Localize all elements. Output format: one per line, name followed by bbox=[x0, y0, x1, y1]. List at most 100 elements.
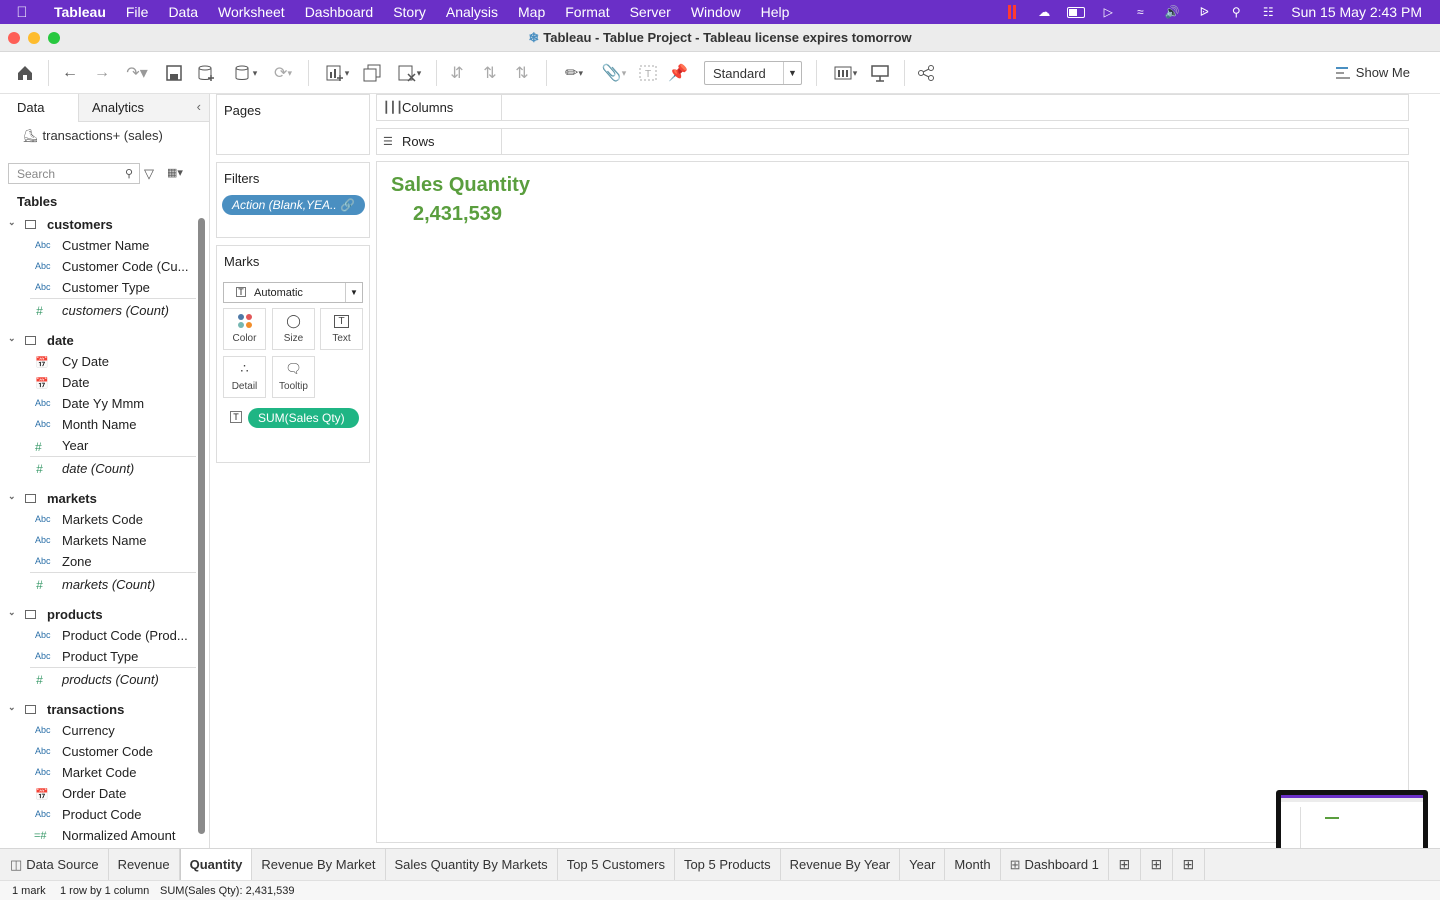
fix-axes-icon[interactable]: 📌 bbox=[668, 62, 688, 84]
sort-descending-icon[interactable]: ⇅ bbox=[512, 62, 532, 84]
measure-pill[interactable]: SUM(Sales Qty) bbox=[248, 408, 359, 428]
refresh-icon[interactable]: ⟳ ▾ bbox=[266, 62, 300, 84]
chevron-down-icon[interactable]: ⌄ bbox=[8, 491, 16, 502]
swap-rows-columns-icon[interactable]: ⇵ bbox=[447, 62, 467, 84]
table-products[interactable]: ⌄ products bbox=[0, 604, 196, 625]
count-field-item[interactable]: # products (Count) bbox=[30, 667, 196, 690]
redo-icon[interactable]: → bbox=[92, 62, 112, 84]
undo-icon[interactable]: ← bbox=[60, 62, 80, 84]
tab-top-5-customers[interactable]: Top 5 Customers bbox=[558, 849, 675, 880]
filters-card[interactable]: Filters Action (Blank,YEA.. 🔗 bbox=[216, 162, 370, 238]
new-datasource-icon[interactable] bbox=[196, 62, 216, 84]
tab-data-source[interactable]: ◫ Data Source bbox=[0, 849, 109, 880]
tab-dashboard-1[interactable]: ⊞ Dashboard 1 bbox=[1001, 849, 1109, 880]
replay-icon[interactable]: ↷▾ bbox=[122, 62, 152, 84]
rows-shelf[interactable]: ☰ Rows bbox=[376, 128, 1409, 155]
presentation-mode-icon[interactable] bbox=[870, 62, 890, 84]
field-item[interactable]: =# Normalized Amount bbox=[0, 825, 196, 846]
text-button[interactable]: T Text bbox=[320, 308, 363, 350]
field-item[interactable]: 📅 Order Date bbox=[0, 783, 196, 804]
bluetooth-icon[interactable]: ᐉ bbox=[1195, 5, 1213, 19]
zoom-window-button[interactable] bbox=[48, 32, 60, 44]
show-me-button[interactable]: Show Me bbox=[1335, 65, 1410, 80]
apple-icon[interactable]:  bbox=[0, 4, 44, 21]
field-item[interactable]: 📅 Date bbox=[0, 372, 196, 393]
new-worksheet-tab-icon[interactable]: ⊞ bbox=[1109, 849, 1141, 880]
size-button[interactable]: ◯ Size bbox=[272, 308, 315, 350]
menu-format[interactable]: Format bbox=[555, 4, 619, 20]
wifi-icon[interactable]: ≈ bbox=[1131, 5, 1149, 19]
tab-year[interactable]: Year bbox=[900, 849, 946, 880]
color-button[interactable]: Color bbox=[223, 308, 266, 350]
menu-app-name[interactable]: Tableau bbox=[44, 4, 116, 20]
tab-sales-quantity-by-markets[interactable]: Sales Quantity By Markets bbox=[386, 849, 558, 880]
chevron-down-icon[interactable]: ⌄ bbox=[8, 702, 16, 713]
field-item[interactable]: Abc Product Type bbox=[0, 646, 196, 667]
table-customers[interactable]: ⌄ customers bbox=[0, 214, 196, 235]
field-item[interactable]: Abc Product Code bbox=[0, 804, 196, 825]
collapse-pane-icon[interactable]: ‹ bbox=[197, 99, 201, 114]
clear-sheet-icon[interactable]: ▾ bbox=[392, 62, 426, 84]
view-value[interactable]: 2,431,539 bbox=[413, 203, 502, 226]
share-icon[interactable] bbox=[916, 62, 936, 84]
filter-pill[interactable]: Action (Blank,YEA.. 🔗 bbox=[222, 195, 365, 215]
detail-button[interactable]: ∴ Detail bbox=[223, 356, 266, 398]
fit-mode-select[interactable]: Standard ▼ bbox=[704, 61, 802, 85]
field-item[interactable]: Abc Custmer Name bbox=[0, 235, 196, 256]
pages-card[interactable]: Pages bbox=[216, 94, 370, 155]
table-markets[interactable]: ⌄ markets bbox=[0, 488, 196, 509]
count-field-item[interactable]: # customers (Count) bbox=[30, 298, 196, 321]
field-item[interactable]: Abc Customer Code (Cu... bbox=[0, 256, 196, 277]
duplicate-sheet-icon[interactable] bbox=[362, 62, 382, 84]
control-center-icon[interactable]: ☷ bbox=[1259, 5, 1277, 19]
clock[interactable]: Sun 15 May 2:43 PM bbox=[1291, 4, 1422, 20]
highlight-icon[interactable]: ✏ ▾ bbox=[558, 62, 590, 84]
field-item[interactable]: Abc Product Code (Prod... bbox=[0, 625, 196, 646]
play-icon[interactable]: ▷ bbox=[1099, 5, 1117, 19]
sort-ascending-icon[interactable]: ⇅ bbox=[480, 62, 500, 84]
menu-dashboard[interactable]: Dashboard bbox=[295, 4, 384, 20]
show-cards-icon[interactable]: ▾ bbox=[828, 62, 862, 84]
field-item[interactable]: Abc Zone bbox=[0, 551, 196, 572]
chevron-down-icon[interactable]: ⌄ bbox=[8, 217, 16, 228]
table-transactions[interactable]: ⌄ transactions bbox=[0, 699, 196, 720]
menu-story[interactable]: Story bbox=[383, 4, 436, 20]
filter-fields-icon[interactable]: ▽ bbox=[144, 166, 154, 182]
new-dashboard-tab-icon[interactable]: ⊞ bbox=[1141, 849, 1173, 880]
field-item[interactable]: Abc Currency bbox=[0, 720, 196, 741]
table-date[interactable]: ⌄ date bbox=[0, 330, 196, 351]
tab-analytics[interactable]: Analytics ‹ bbox=[78, 94, 209, 122]
battery-icon[interactable] bbox=[1067, 5, 1086, 19]
group-members-icon[interactable]: 📎 ▾ bbox=[598, 62, 630, 84]
mark-type-select[interactable]: T Automatic ▼ bbox=[223, 282, 363, 303]
menu-map[interactable]: Map bbox=[508, 4, 555, 20]
scrollbar[interactable] bbox=[198, 218, 205, 834]
tab-data[interactable]: Data bbox=[0, 94, 78, 122]
menu-analysis[interactable]: Analysis bbox=[436, 4, 508, 20]
field-item[interactable]: Abc Market Code bbox=[0, 762, 196, 783]
field-item[interactable]: Abc Customer Type bbox=[0, 277, 196, 298]
tab-top-5-products[interactable]: Top 5 Products bbox=[675, 849, 781, 880]
chevron-down-icon[interactable]: ⌄ bbox=[8, 607, 16, 618]
spotlight-search-icon[interactable]: ⚲ bbox=[1227, 5, 1245, 19]
new-worksheet-icon[interactable]: ▾ bbox=[320, 62, 354, 84]
tab-quantity[interactable]: Quantity bbox=[179, 849, 253, 880]
menu-worksheet[interactable]: Worksheet bbox=[208, 4, 295, 20]
field-item[interactable]: Abc Month Name bbox=[0, 414, 196, 435]
menu-file[interactable]: File bbox=[116, 4, 159, 20]
save-icon[interactable] bbox=[164, 62, 184, 84]
view-canvas[interactable]: Sales Quantity 2,431,539 bbox=[376, 161, 1409, 843]
field-item[interactable]: 📅 Cy Date bbox=[0, 351, 196, 372]
columns-shelf[interactable]: ┃┃┃ Columns bbox=[376, 94, 1409, 121]
home-icon[interactable] bbox=[14, 62, 36, 84]
volume-icon[interactable]: 🔊 bbox=[1163, 5, 1181, 19]
menu-server[interactable]: Server bbox=[620, 4, 681, 20]
menu-help[interactable]: Help bbox=[751, 4, 800, 20]
datasource-item[interactable]: ⛸ transactions+ (sales) bbox=[22, 128, 163, 144]
search-input[interactable]: Search ⚲ bbox=[8, 163, 140, 184]
tab-month[interactable]: Month bbox=[945, 849, 1001, 880]
menu-window[interactable]: Window bbox=[681, 4, 751, 20]
tab-revenue-by-year[interactable]: Revenue By Year bbox=[781, 849, 901, 880]
chevron-down-icon[interactable]: ⌄ bbox=[8, 333, 16, 344]
field-item[interactable]: # Year bbox=[0, 435, 196, 456]
